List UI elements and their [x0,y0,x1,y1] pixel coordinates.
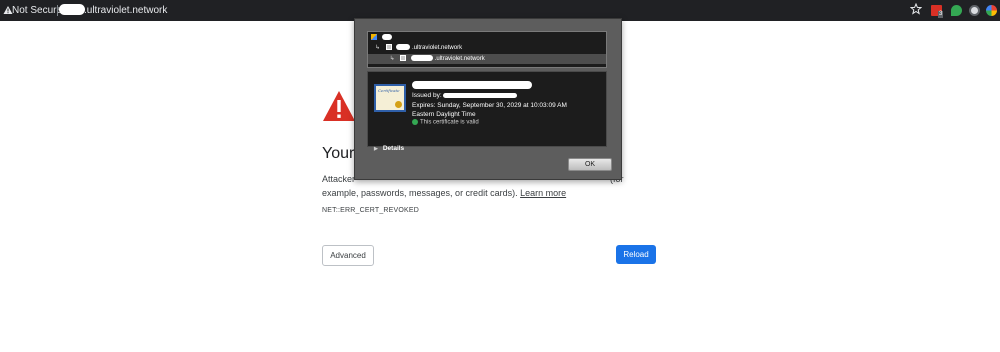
chain-row-root[interactable] [371,33,392,43]
extension-color-icon[interactable] [986,5,997,16]
url-separator [57,5,58,16]
extension-badge: 3 [938,11,944,18]
leaf-cert-icon [400,55,407,62]
error-warning-icon [323,91,355,121]
issued-by: Issued by: [412,92,518,99]
intermediate-cert-icon [385,44,392,51]
extension-green-icon[interactable] [951,5,962,16]
url-domain[interactable]: .ultraviolet.network [84,5,167,16]
certificate-chain-list[interactable]: ↳ .ultraviolet.network ↳ .ultraviolet.ne… [367,31,607,68]
certificate-status: This certificate is valid [412,119,479,126]
description-start: Attacker [322,174,356,184]
bookmark-star-icon[interactable] [910,3,922,15]
ok-button[interactable]: OK [568,158,612,171]
expiry-date: Expires: Sunday, September 30, 2029 at 1… [412,102,567,118]
redacted-common-name [412,81,532,89]
certificate-seal-icon [395,101,402,108]
intermediate-label: .ultraviolet.network [412,45,463,51]
redacted-leaf-prefix [411,55,434,62]
certificate-detail-panel: Certificate Issued by: Expires: Sunday, … [367,71,607,152]
reload-button[interactable]: Reload [616,245,656,264]
security-status-label[interactable]: Not Secure [12,5,62,16]
extension-circle-icon[interactable] [969,5,980,16]
redacted-root-name [381,34,392,41]
certificate-sheet: ↳ .ultraviolet.network ↳ .ultraviolet.ne… [354,18,622,180]
error-code: NET::ERR_CERT_REVOKED [322,207,420,214]
details-disclosure[interactable]: ▶ Details [374,145,404,152]
chain-arrow-icon: ↳ [375,45,381,51]
certificate-icon: Certificate [374,84,406,112]
root-cert-icon [371,34,377,41]
chain-row-intermediate[interactable]: ↳ .ultraviolet.network [375,43,462,53]
advanced-button[interactable]: Advanced [322,245,374,266]
disclosure-triangle-icon[interactable]: ▶ [374,146,378,152]
description-line2: example, passwords, messages, or credit … [322,188,518,198]
valid-check-icon [412,119,418,125]
redacted-intermediate-prefix [396,44,411,51]
learn-more-link[interactable]: Learn more [520,188,566,198]
redacted-issuer [443,92,518,98]
redacted-subdomain [59,4,85,15]
leaf-label: .ultraviolet.network [434,56,485,62]
chain-arrow-icon: ↳ [389,56,395,62]
chain-row-leaf-selected[interactable]: ↳ .ultraviolet.network [368,54,606,64]
